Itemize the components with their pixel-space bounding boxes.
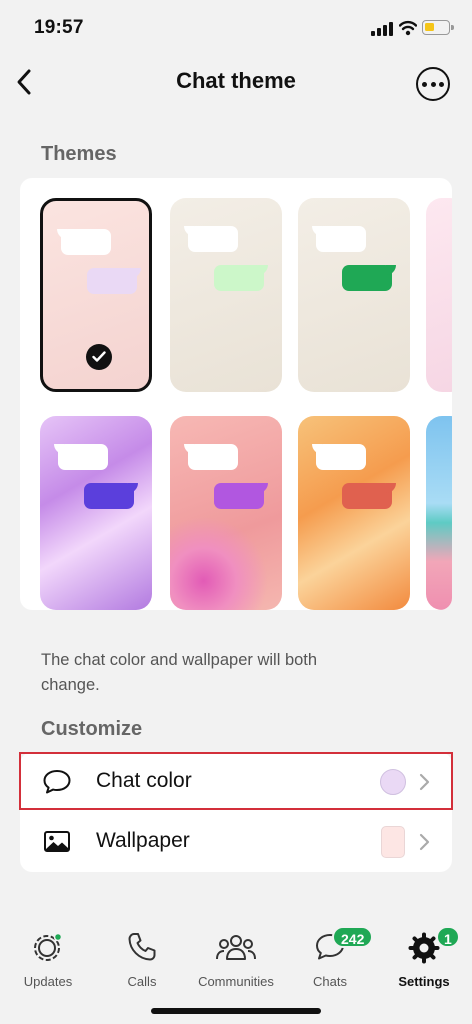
chevron-right-icon bbox=[419, 833, 430, 851]
theme-tile-partial[interactable] bbox=[426, 416, 452, 610]
signal-icon bbox=[371, 22, 393, 36]
wallpaper-label: Wallpaper bbox=[96, 829, 190, 852]
tab-chats-label: Chats bbox=[313, 974, 347, 989]
tab-updates[interactable]: Updates bbox=[0, 926, 96, 996]
theme-tile[interactable] bbox=[40, 416, 152, 610]
chat-color-row[interactable]: Chat color bbox=[20, 752, 452, 812]
theme-tile[interactable] bbox=[170, 416, 282, 610]
themes-caption: The chat color and wallpaper will both c… bbox=[41, 651, 318, 694]
tab-chats[interactable]: 242 Chats bbox=[282, 926, 378, 996]
dot-icon bbox=[430, 81, 436, 87]
tab-calls-label: Calls bbox=[127, 974, 157, 989]
more-options-button[interactable] bbox=[416, 67, 450, 101]
incoming-bubble bbox=[184, 444, 238, 470]
wifi-icon bbox=[399, 20, 417, 36]
checkmark-icon bbox=[86, 344, 112, 370]
wallpaper-row[interactable]: Wallpaper bbox=[20, 812, 452, 872]
incoming-bubble bbox=[184, 226, 238, 252]
tab-communities[interactable]: Communities bbox=[188, 926, 284, 996]
outgoing-bubble bbox=[342, 265, 396, 291]
theme-tile[interactable] bbox=[298, 416, 410, 610]
status-time: 19:57 bbox=[34, 17, 84, 38]
chevron-right-icon bbox=[419, 773, 430, 791]
incoming-bubble bbox=[54, 444, 108, 470]
customize-section-title: Customize bbox=[41, 718, 143, 740]
wallpaper-swatch bbox=[381, 826, 405, 858]
incoming-bubble bbox=[312, 226, 366, 252]
page-title: Chat theme bbox=[176, 68, 296, 93]
dot-icon bbox=[422, 81, 427, 87]
communities-icon bbox=[216, 935, 256, 960]
dot-icon bbox=[439, 81, 444, 87]
outgoing-bubble bbox=[214, 483, 268, 509]
chat-color-label: Chat color bbox=[96, 769, 192, 792]
updates-icon bbox=[34, 932, 63, 961]
theme-tile[interactable] bbox=[298, 198, 410, 392]
theme-tile-partial[interactable] bbox=[426, 198, 452, 392]
outgoing-bubble bbox=[342, 483, 396, 509]
theme-tile[interactable] bbox=[40, 198, 152, 392]
chats-unread-badge: 242 bbox=[332, 926, 374, 948]
tab-settings[interactable]: 1 Settings bbox=[376, 926, 472, 996]
outgoing-bubble bbox=[214, 265, 268, 291]
wallpaper-image-icon bbox=[44, 831, 70, 852]
themes-section-title: Themes bbox=[41, 143, 117, 165]
status-bar: 19:57 bbox=[0, 0, 472, 54]
chat-bubble-icon bbox=[43, 770, 71, 794]
outgoing-bubble bbox=[84, 483, 138, 509]
themes-card bbox=[20, 178, 452, 610]
incoming-bubble bbox=[312, 444, 366, 470]
tab-calls[interactable]: Calls bbox=[94, 926, 190, 996]
outgoing-bubble bbox=[87, 268, 141, 294]
tab-updates-label: Updates bbox=[23, 974, 73, 989]
home-indicator bbox=[151, 1008, 321, 1014]
battery-icon bbox=[422, 20, 454, 35]
tab-settings-label: Settings bbox=[398, 974, 450, 989]
incoming-bubble bbox=[57, 229, 111, 255]
chat-color-swatch bbox=[380, 769, 406, 795]
theme-tile[interactable] bbox=[170, 198, 282, 392]
tab-communities-label: Communities bbox=[198, 974, 274, 989]
settings-badge: 1 bbox=[436, 926, 460, 948]
phone-icon bbox=[128, 933, 156, 961]
